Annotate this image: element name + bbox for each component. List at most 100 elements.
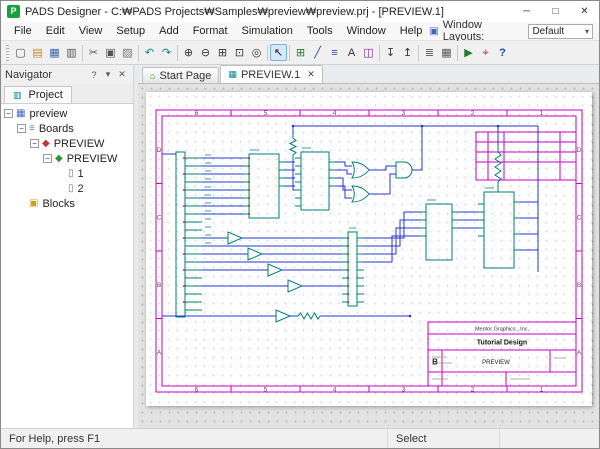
status-blank-pane xyxy=(499,429,599,448)
add-net-icon[interactable]: ╱ xyxy=(309,44,326,61)
project-icon: ▦ xyxy=(16,108,25,119)
board-icon: ◆ xyxy=(42,138,50,149)
probe-icon[interactable]: ⌖ xyxy=(477,44,494,61)
menu-tools[interactable]: Tools xyxy=(300,24,340,38)
add-part-icon[interactable]: ⊞ xyxy=(292,44,309,61)
push-hierarchy-icon[interactable]: ↧ xyxy=(382,44,399,61)
tab-preview-1[interactable]: ▦ PREVIEW.1 ✕ xyxy=(220,65,322,83)
zoom-out-icon[interactable]: ⊖ xyxy=(197,44,214,61)
schematic-canvas[interactable]: 6 5 4 3 2 1 6 5 4 3 2 1 D xyxy=(138,84,599,428)
close-icon[interactable]: ✕ xyxy=(115,69,129,80)
title-block: Mentor Graphics , Inc. Tutorial Design B… xyxy=(432,327,529,367)
svg-text:2: 2 xyxy=(471,386,475,393)
help-icon[interactable]: ? xyxy=(87,70,101,80)
svg-text:2: 2 xyxy=(471,110,475,117)
tree-item-sheet-1[interactable]: ▯ 1 xyxy=(1,166,133,181)
add-symbol-icon[interactable]: ◫ xyxy=(360,44,377,61)
select-cursor-icon[interactable]: ↖ xyxy=(270,44,287,61)
content-area: Navigator ? ▾ ✕ ▥ Project − ▦ preview − xyxy=(1,65,599,428)
svg-text:5: 5 xyxy=(264,386,268,393)
menu-simulation[interactable]: Simulation xyxy=(235,24,300,38)
grid-icon[interactable]: ▦ xyxy=(438,44,455,61)
menu-edit[interactable]: Edit xyxy=(39,24,72,38)
start-page-icon: ⌂ xyxy=(150,71,155,81)
toolbar-drag-handle[interactable] xyxy=(6,45,9,61)
collapse-icon xyxy=(56,184,65,193)
collapse-icon[interactable]: − xyxy=(30,139,39,148)
navigator-tab-row: ▥ Project xyxy=(1,84,133,104)
add-text-icon[interactable]: A xyxy=(343,44,360,61)
boards-icon: ≡ xyxy=(29,123,35,134)
junction-dots xyxy=(292,125,500,318)
svg-text:1: 1 xyxy=(540,110,544,117)
undo-icon[interactable]: ↶ xyxy=(141,44,158,61)
status-bar: For Help, press F1 Select xyxy=(1,428,599,448)
separator xyxy=(177,45,178,61)
tree-item-preview-project[interactable]: − ▦ preview xyxy=(1,106,133,121)
run-simulation-icon[interactable]: ▶ xyxy=(460,44,477,61)
tab-project[interactable]: ▥ Project xyxy=(4,86,72,103)
copy-icon[interactable]: ▣ xyxy=(102,44,119,61)
pads-designer-window: P PADS Designer - C:₩PADS Projects₩Sampl… xyxy=(0,0,600,449)
schematic-wires xyxy=(162,126,538,316)
new-document-icon[interactable]: ▢ xyxy=(12,44,29,61)
menu-file[interactable]: File xyxy=(7,24,39,38)
tree-item-board-preview[interactable]: − ◆ PREVIEW xyxy=(1,136,133,151)
project-tree: − ▦ preview − ≡ Boards − ◆ PREVIEW − ◆ xyxy=(1,104,133,428)
svg-text:B: B xyxy=(157,282,161,289)
tree-item-label: PREVIEW xyxy=(54,138,105,150)
navigator-panel: Navigator ? ▾ ✕ ▥ Project − ▦ preview − xyxy=(1,65,133,428)
menu-help[interactable]: Help xyxy=(393,24,430,38)
schematic-sheet[interactable]: 6 5 4 3 2 1 6 5 4 3 2 1 D xyxy=(146,92,592,406)
sheet-frame xyxy=(156,110,582,392)
tree-item-sheet-2[interactable]: ▯ 2 xyxy=(1,181,133,196)
add-bus-icon[interactable]: ≡ xyxy=(326,44,343,61)
collapse-icon[interactable]: − xyxy=(4,109,13,118)
cut-icon[interactable]: ✂ xyxy=(85,44,102,61)
zoom-window-icon[interactable]: ⊞ xyxy=(214,44,231,61)
collapse-icon[interactable]: − xyxy=(17,124,26,133)
redo-icon[interactable]: ↷ xyxy=(158,44,175,61)
properties-icon[interactable]: ≣ xyxy=(421,44,438,61)
main-area: ⌂ Start Page ▦ PREVIEW.1 ✕ xyxy=(138,65,599,428)
menu-setup[interactable]: Setup xyxy=(109,24,152,38)
pop-hierarchy-icon[interactable]: ↥ xyxy=(399,44,416,61)
window-layouts-dropdown[interactable]: Default ▾ xyxy=(528,24,593,39)
close-tab-icon[interactable]: ✕ xyxy=(307,69,315,80)
menu-view[interactable]: View xyxy=(72,24,110,38)
zoom-fit-icon[interactable]: ⊡ xyxy=(231,44,248,61)
tree-item-label: 2 xyxy=(78,183,84,195)
separator xyxy=(289,45,290,61)
menu-window[interactable]: Window xyxy=(340,24,393,38)
tab-label: PREVIEW.1 xyxy=(241,69,300,81)
separator xyxy=(138,45,139,61)
pin-icon[interactable]: ▾ xyxy=(101,69,115,80)
pin-markers xyxy=(183,158,349,302)
zoom-in-icon[interactable]: ⊕ xyxy=(180,44,197,61)
tab-start-page[interactable]: ⌂ Start Page xyxy=(142,67,219,83)
tree-item-blocks[interactable]: ▣ Blocks xyxy=(1,196,133,211)
window-layout-icon: ▣ xyxy=(429,26,438,37)
tree-item-boards[interactable]: − ≡ Boards xyxy=(1,121,133,136)
collapse-icon[interactable]: − xyxy=(43,154,52,163)
menu-add[interactable]: Add xyxy=(152,24,186,38)
svg-text:Tutorial Design: Tutorial Design xyxy=(477,340,527,347)
save-icon[interactable]: ▦ xyxy=(46,44,63,61)
zoom-sheet-icon[interactable]: ◎ xyxy=(248,44,265,61)
window-layouts-label: Window Layouts: xyxy=(443,19,525,43)
svg-text:4: 4 xyxy=(333,110,337,117)
svg-text:Mentor Graphics , Inc.: Mentor Graphics , Inc. xyxy=(475,327,530,333)
paste-icon[interactable]: ▨ xyxy=(119,44,136,61)
project-tab-label: Project xyxy=(29,89,63,101)
svg-text:1: 1 xyxy=(540,386,544,393)
svg-text:4: 4 xyxy=(333,386,337,393)
svg-text:6: 6 xyxy=(195,110,199,117)
svg-text:3: 3 xyxy=(402,110,406,117)
print-icon[interactable]: ▥ xyxy=(63,44,80,61)
menu-format[interactable]: Format xyxy=(186,24,235,38)
tree-item-schematic-preview[interactable]: − ◆ PREVIEW xyxy=(1,151,133,166)
svg-text:D: D xyxy=(577,147,582,154)
open-icon[interactable]: ▤ xyxy=(29,44,46,61)
svg-text:PREVIEW: PREVIEW xyxy=(482,360,510,366)
help-icon[interactable]: ? xyxy=(494,44,511,61)
